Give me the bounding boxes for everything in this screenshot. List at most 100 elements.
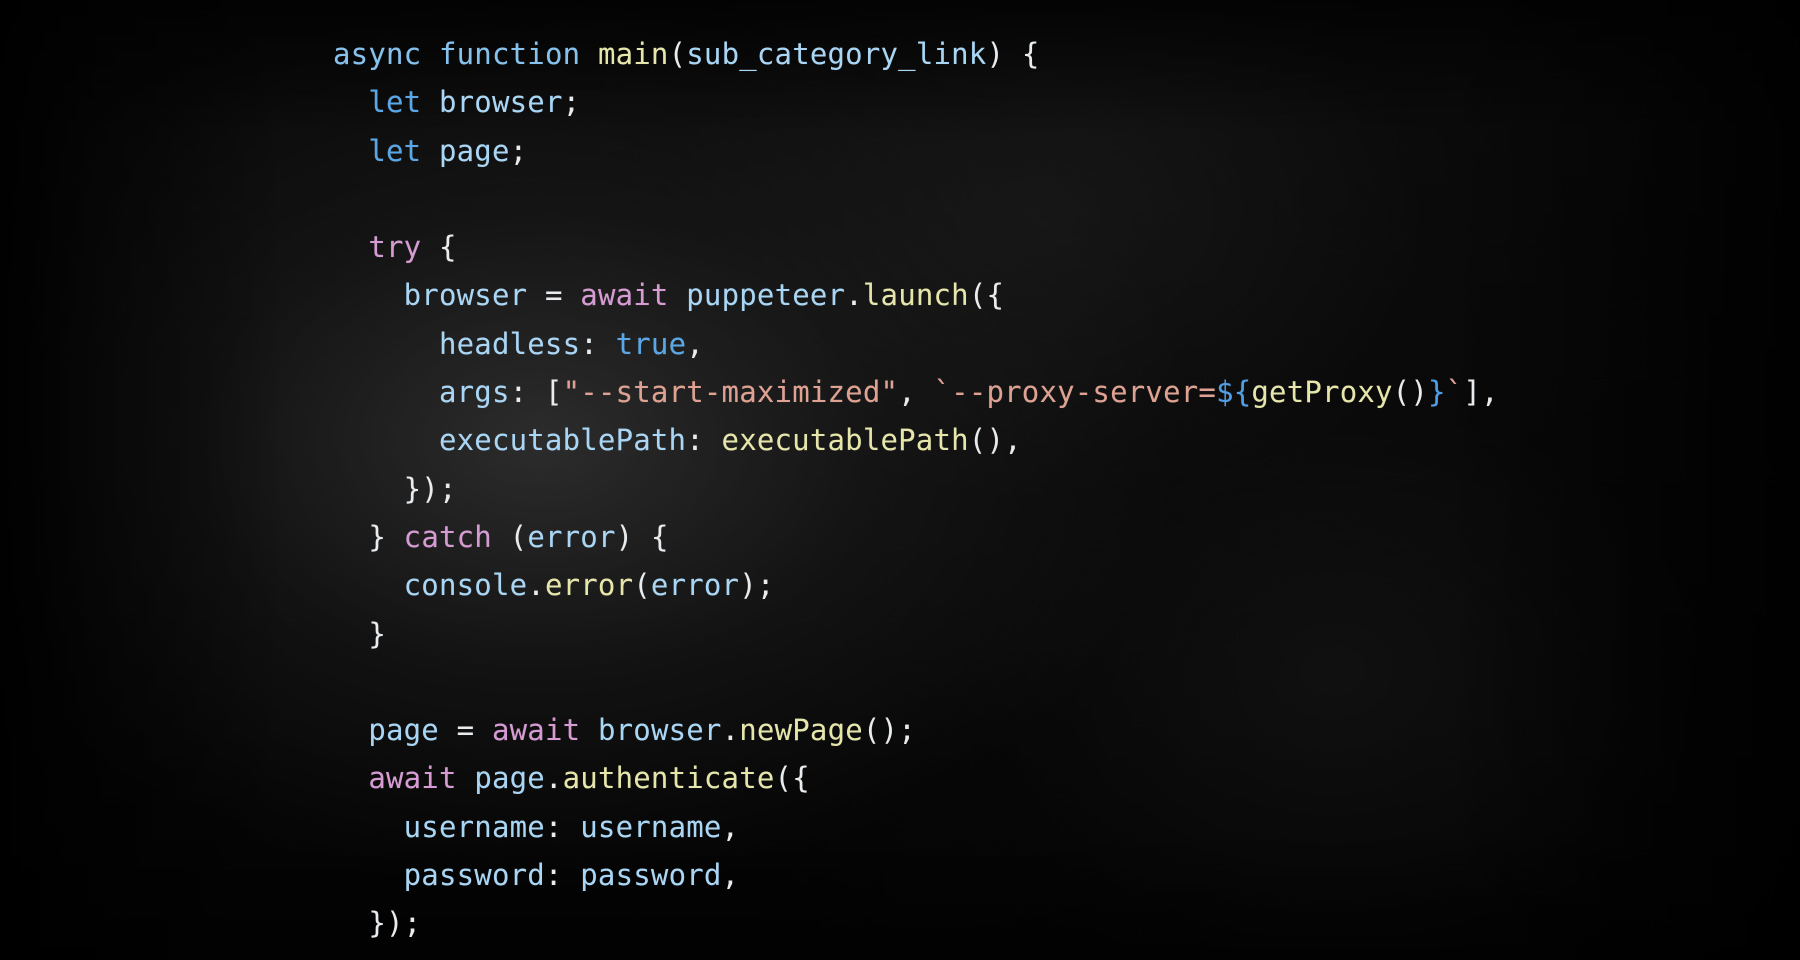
code-token-punctuation: () (1392, 375, 1428, 410)
code-token-keyword: let (368, 133, 422, 168)
code-token-punctuation: = (544, 278, 563, 313)
code-token-identifier: page (474, 761, 545, 796)
code-token-control: await (580, 278, 669, 313)
code-token-identifier: page (438, 133, 510, 168)
code-token-punctuation: ; (509, 133, 528, 168)
code-token-identifier: username (403, 809, 545, 844)
code-token-keyword: true (615, 326, 687, 361)
code-token-punctuation: (), (968, 423, 1022, 458)
code-line: ​ (333, 175, 1499, 223)
code-line: password: password, (333, 851, 1499, 899)
code-token-punctuation: ; (562, 85, 581, 120)
code-token-identifier: page (368, 713, 439, 748)
code-token-punctuation: } (368, 616, 386, 651)
code-line: await page.authenticate({ (333, 754, 1499, 802)
code-line: } catch (error) { (333, 513, 1499, 561)
code-token-identifier: browser (438, 85, 563, 120)
code-screenshot: async function main(sub_category_link) {… (0, 0, 1800, 960)
code-line: args: ["--start-maximized", `--proxy-ser… (333, 368, 1499, 416)
code-token-string: "--start-maximized" (562, 375, 899, 410)
code-token-punctuation: = (456, 713, 475, 748)
code-token-identifier: puppeteer (686, 278, 846, 313)
code-token-interpolation: } (1428, 375, 1446, 410)
code-token-punctuation: (); (862, 713, 916, 748)
code-token-punctuation: ], (1463, 375, 1499, 410)
code-token-punctuation: } (368, 519, 386, 554)
code-token-identifier: password (403, 858, 545, 893)
code-token-identifier: browser (597, 713, 722, 748)
code-token-control: catch (403, 519, 492, 554)
code-token-punctuation: . (527, 568, 545, 603)
code-token-punctuation: { (650, 519, 669, 554)
code-token-function: getProxy (1251, 375, 1393, 410)
code-line: console.error(error); (333, 561, 1499, 609)
code-token-punctuation: }); (368, 906, 422, 941)
code-token-punctuation: ( (633, 568, 651, 603)
code-token-interpolation: ${ (1216, 375, 1252, 410)
code-token-keyword_light_blue: function (438, 37, 581, 71)
code-token-function: error (544, 568, 634, 603)
code-token-punctuation: , (898, 375, 916, 410)
code-token-function: executablePath (721, 423, 969, 458)
code-token-punctuation: ( (509, 519, 528, 554)
code-token-function: newPage (739, 713, 863, 748)
code-line: async function main(sub_category_link) { (333, 30, 1499, 78)
code-token-function: authenticate (562, 761, 775, 796)
code-block[interactable]: async function main(sub_category_link) {… (333, 30, 1499, 948)
code-line: try { (333, 223, 1499, 271)
code-token-identifier: executablePath (438, 423, 687, 458)
code-token-punctuation: : (580, 326, 598, 361)
code-line: page = await browser.newPage(); (333, 706, 1499, 754)
code-token-punctuation: ) (986, 37, 1005, 71)
code-token-control: await (368, 761, 457, 796)
code-line: let browser; (333, 78, 1499, 126)
code-token-identifier: console (403, 568, 528, 603)
code-line: username: username, (333, 803, 1499, 851)
code-token-punctuation: . (544, 761, 563, 796)
code-token-punctuation: : (686, 423, 704, 458)
code-line: browser = await puppeteer.launch({ (333, 271, 1499, 319)
code-token-punctuation: . (845, 278, 863, 313)
code-token-identifier: password (580, 858, 722, 893)
code-token-punctuation: . (721, 713, 740, 748)
code-token-keyword_light_blue: async (333, 37, 422, 71)
code-token-string: ` (1445, 375, 1464, 410)
code-token-function: main (597, 37, 669, 71)
code-token-identifier: error (650, 568, 740, 603)
code-line: } (333, 610, 1499, 658)
code-token-punctuation: }); (403, 471, 457, 506)
code-token-punctuation: ({ (968, 278, 1005, 313)
code-token-keyword: let (368, 85, 422, 120)
code-token-punctuation: { (438, 230, 457, 265)
code-line: ​ (333, 658, 1499, 706)
